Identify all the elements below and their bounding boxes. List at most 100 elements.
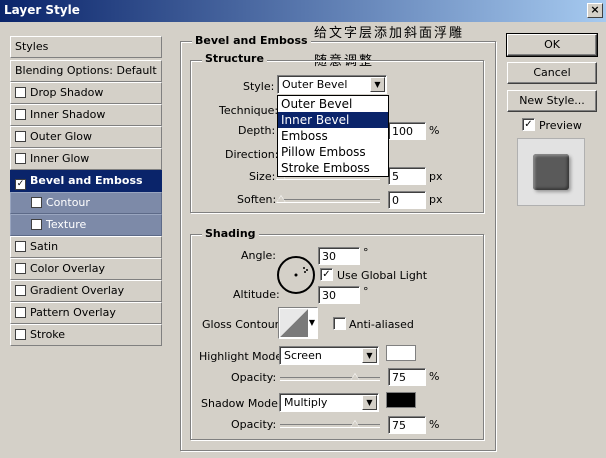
stroke-checkbox[interactable] (15, 329, 26, 340)
close-button[interactable]: × (587, 3, 603, 18)
drop-shadow-label: Drop Shadow (30, 86, 104, 99)
pattern-overlay-item[interactable]: Pattern Overlay (10, 302, 162, 324)
preview-swatch (533, 154, 569, 190)
shadow-color-swatch[interactable] (386, 392, 416, 408)
stroke-item[interactable]: Stroke (10, 324, 162, 346)
inner-glow-checkbox[interactable] (15, 153, 26, 164)
blending-options-item[interactable]: Blending Options: Default (10, 60, 162, 82)
highlight-opacity-slider[interactable] (280, 377, 380, 381)
size-unit: px (429, 170, 443, 183)
style-option-emboss[interactable]: Emboss (278, 128, 388, 144)
technique-label: Technique: (219, 104, 279, 117)
outer-glow-item[interactable]: Outer Glow (10, 126, 162, 148)
highlight-mode-value: Screen (284, 349, 322, 362)
soften-unit: px (429, 193, 443, 206)
altitude-degree: ° (363, 285, 369, 298)
texture-item[interactable]: Texture (10, 214, 162, 236)
use-global-light-checkbox[interactable]: ✓ (320, 268, 333, 281)
styles-list: Styles Blending Options: Default Drop Sh… (10, 36, 162, 350)
shadow-opacity-thumb[interactable] (350, 420, 360, 428)
styles-header-label: Styles (15, 40, 49, 53)
size-label: Size: (249, 170, 276, 183)
inner-shadow-item[interactable]: Inner Shadow (10, 104, 162, 126)
angle-degree: ° (363, 246, 369, 259)
contour-checkbox[interactable] (31, 197, 42, 208)
shadow-mode-select[interactable]: Multiply ▼ (279, 393, 379, 412)
preview-checkbox[interactable]: ✓ (522, 118, 535, 131)
style-select[interactable]: Outer Bevel ▼ (277, 75, 387, 94)
highlight-mode-select[interactable]: Screen ▼ (279, 346, 379, 365)
bevel-emboss-item[interactable]: ✓ Bevel and Emboss (10, 170, 162, 192)
satin-checkbox[interactable] (15, 241, 26, 252)
blending-options-label: Blending Options: Default (15, 64, 157, 77)
soften-slider-thumb[interactable] (276, 195, 286, 203)
angle-field[interactable]: 30 (318, 247, 360, 265)
inner-glow-label: Inner Glow (30, 152, 90, 165)
inner-shadow-label: Inner Shadow (30, 108, 106, 121)
gradient-overlay-checkbox[interactable] (15, 285, 26, 296)
highlight-opacity-thumb[interactable] (350, 373, 360, 381)
new-style-button[interactable]: New Style... (507, 90, 597, 112)
texture-label: Texture (46, 218, 87, 231)
style-option-pillow-emboss[interactable]: Pillow Emboss (278, 144, 388, 160)
highlight-opacity-unit: % (429, 370, 440, 383)
shadow-mode-value: Multiply (284, 396, 328, 409)
preview-label: Preview (539, 119, 582, 132)
highlight-color-swatch[interactable] (386, 345, 416, 361)
contour-item[interactable]: Contour (10, 192, 162, 214)
contour-label: Contour (46, 196, 90, 209)
size-field[interactable]: 5 (388, 167, 426, 185)
style-option-stroke-emboss[interactable]: Stroke Emboss (278, 160, 388, 176)
satin-item[interactable]: Satin (10, 236, 162, 258)
style-option-inner-bevel[interactable]: Inner Bevel (278, 112, 388, 128)
shadow-opacity-label: Opacity: (231, 418, 277, 431)
inner-glow-item[interactable]: Inner Glow (10, 148, 162, 170)
gradient-overlay-label: Gradient Overlay (30, 284, 125, 297)
anti-aliased-checkbox[interactable] (333, 317, 346, 330)
inner-shadow-checkbox[interactable] (15, 109, 26, 120)
altitude-field[interactable]: 30 (318, 286, 360, 304)
contour-dropdown-arrow-icon[interactable]: ▼ (309, 318, 315, 327)
gloss-contour-label: Gloss Contour: (202, 318, 283, 331)
shadow-opacity-unit: % (429, 418, 440, 431)
texture-checkbox[interactable] (31, 219, 42, 230)
drop-shadow-item[interactable]: Drop Shadow (10, 82, 162, 104)
gloss-contour-picker[interactable]: ▼ (278, 307, 318, 339)
style-option-outer-bevel[interactable]: Outer Bevel (278, 96, 388, 112)
color-overlay-item[interactable]: Color Overlay (10, 258, 162, 280)
structure-title: Structure (202, 52, 267, 65)
angle-dial-icon[interactable] (276, 255, 316, 295)
cancel-button[interactable]: Cancel (507, 62, 597, 84)
soften-slider[interactable] (278, 199, 380, 203)
bevel-emboss-checkbox[interactable]: ✓ (15, 179, 26, 190)
style-dropdown-list[interactable]: Outer Bevel Inner Bevel Emboss Pillow Em… (277, 95, 389, 177)
chevron-down-icon[interactable]: ▼ (370, 77, 385, 92)
contour-icon (280, 309, 308, 337)
bevel-emboss-title: Bevel and Emboss (192, 34, 311, 47)
styles-header[interactable]: Styles (10, 36, 162, 58)
use-global-light-label: Use Global Light (337, 269, 428, 282)
depth-unit: % (429, 124, 440, 137)
ok-button[interactable]: OK (506, 33, 598, 57)
soften-field[interactable]: 0 (388, 191, 426, 209)
color-overlay-label: Color Overlay (30, 262, 105, 275)
drop-shadow-checkbox[interactable] (15, 87, 26, 98)
color-overlay-checkbox[interactable] (15, 263, 26, 274)
shadow-opacity-field[interactable]: 75 (388, 416, 426, 434)
highlight-opacity-field[interactable]: 75 (388, 368, 426, 386)
satin-label: Satin (30, 240, 59, 253)
soften-label: Soften: (237, 193, 277, 206)
depth-field[interactable]: 100 (388, 122, 426, 140)
annotation-line-1: 给文字层添加斜面浮雕 (314, 26, 465, 41)
outer-glow-checkbox[interactable] (15, 131, 26, 142)
gradient-overlay-item[interactable]: Gradient Overlay (10, 280, 162, 302)
stroke-label: Stroke (30, 328, 66, 341)
shadow-opacity-slider[interactable] (280, 424, 380, 428)
style-preview-box (517, 138, 585, 206)
pattern-overlay-checkbox[interactable] (15, 307, 26, 318)
pattern-overlay-label: Pattern Overlay (30, 306, 116, 319)
angle-dial[interactable] (276, 255, 316, 298)
chevron-down-icon[interactable]: ▼ (362, 395, 377, 410)
highlight-mode-label: Highlight Mode: (199, 350, 286, 363)
chevron-down-icon[interactable]: ▼ (362, 348, 377, 363)
